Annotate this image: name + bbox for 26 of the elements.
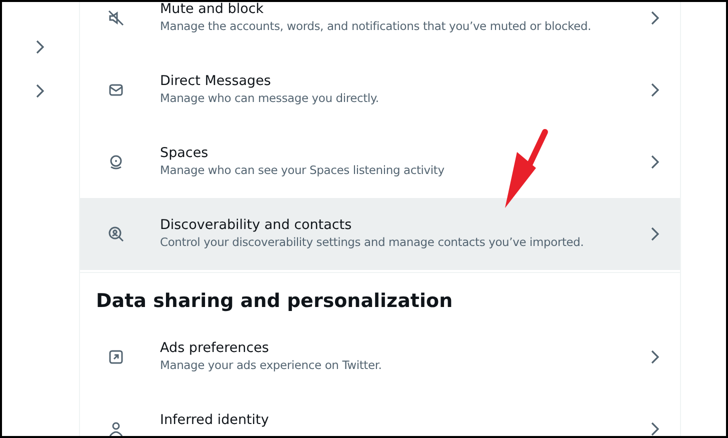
chevron-right-icon [651, 11, 660, 25]
chevron-right-icon [651, 227, 660, 241]
envelope-icon [108, 82, 124, 98]
item-title: Mute and block [160, 2, 265, 18]
chevron-right-icon[interactable] [36, 84, 45, 98]
item-title: Inferred identity [160, 411, 270, 429]
item-description: Manage your ads experience on Twitter. [160, 357, 383, 373]
item-description: Control your discoverability settings and manage contacts you’ve imported. [160, 234, 585, 250]
muted-speaker-icon [108, 10, 124, 26]
section-heading: Data sharing and personalization [95, 289, 454, 314]
chevron-right-icon[interactable] [36, 40, 45, 54]
search-person-icon [108, 226, 124, 242]
settings-item[interactable]: Discoverability and contacts Control your discoverability settings and manage contacts you’ve imported. [80, 198, 680, 270]
item-title: Discoverability and contacts [160, 216, 353, 234]
item-description: Manage who can see your Spaces listening activity [160, 162, 446, 178]
chevron-right-icon [651, 350, 660, 364]
external-box-icon [108, 349, 124, 365]
item-title: Ads preferences [160, 339, 270, 357]
item-description: Manage who can message you directly. [160, 90, 380, 106]
chevron-right-icon [651, 155, 660, 169]
person-icon [108, 421, 124, 436]
chevron-right-icon [651, 422, 660, 436]
item-title: Spaces [160, 144, 210, 162]
item-title: Direct Messages [160, 72, 272, 90]
item-description: Manage the accounts, words, and notifications that you’ve muted or blocked. [160, 18, 592, 34]
chevron-right-icon [651, 83, 660, 97]
